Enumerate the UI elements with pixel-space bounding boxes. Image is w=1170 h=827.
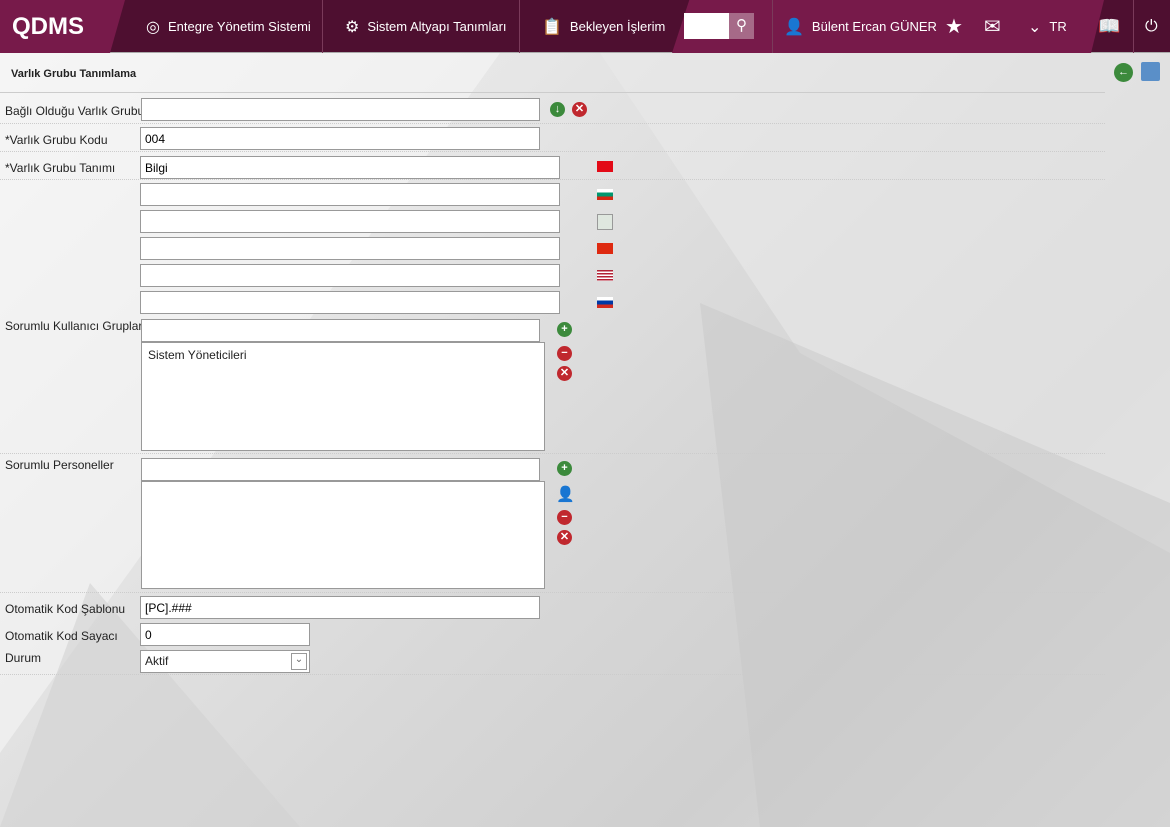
flag-us-icon bbox=[597, 270, 613, 281]
search-input[interactable] bbox=[684, 13, 729, 39]
staff-label: Sorumlu Personeller bbox=[5, 458, 114, 472]
manual-icon[interactable]: 📖 bbox=[1098, 0, 1120, 53]
flag-cn-icon bbox=[597, 243, 613, 254]
staff-list[interactable] bbox=[141, 481, 545, 589]
power-icon[interactable]: ⏻ bbox=[1145, 0, 1158, 53]
chevron-down-icon: ⌄ bbox=[1028, 18, 1042, 36]
nav-sistem-altyapi[interactable]: ⚙ Sistem Altyapı Tanımları bbox=[345, 0, 507, 53]
add-user-icon[interactable]: 👤 bbox=[556, 485, 575, 503]
list-item[interactable]: Sistem Yöneticileri bbox=[148, 348, 538, 362]
definition-input-2[interactable] bbox=[140, 210, 560, 233]
template-input[interactable] bbox=[140, 596, 540, 619]
counter-input[interactable] bbox=[140, 623, 310, 646]
status-label: Durum bbox=[5, 651, 42, 665]
remove-icon[interactable]: − bbox=[557, 346, 572, 361]
gear-icon: ⚙ bbox=[345, 18, 360, 36]
add-icon[interactable]: + bbox=[557, 461, 572, 476]
select-down-icon[interactable]: ↓ bbox=[550, 102, 565, 117]
definition-input-bg[interactable] bbox=[140, 183, 560, 206]
user-menu[interactable]: 👤 Bülent Ercan GÜNER bbox=[784, 0, 937, 53]
broken-image-icon bbox=[597, 214, 613, 230]
counter-label: Otomatik Kod Sayacı bbox=[5, 629, 118, 643]
save-icon[interactable] bbox=[1141, 62, 1160, 81]
logo[interactable]: QDMS bbox=[0, 0, 125, 53]
search-icon[interactable]: ⚲ bbox=[729, 13, 754, 39]
groups-label: Sorumlu Kullanıcı Grupları bbox=[5, 319, 146, 333]
top-navbar: QDMS ◎ Entegre Yönetim Sistemi ⚙ Sistem Al… bbox=[0, 0, 1170, 53]
clear-icon[interactable]: ✕ bbox=[557, 530, 572, 545]
groups-input[interactable] bbox=[141, 319, 540, 342]
code-input[interactable] bbox=[140, 127, 540, 150]
clear-icon[interactable]: ✕ bbox=[572, 102, 587, 117]
staff-input[interactable] bbox=[141, 458, 540, 481]
back-icon[interactable]: ← bbox=[1114, 63, 1133, 82]
star-icon[interactable]: ★ bbox=[945, 0, 963, 53]
remove-icon[interactable]: − bbox=[557, 510, 572, 525]
template-label: Otomatik Kod Şablonu bbox=[5, 602, 126, 616]
user-icon: 👤 bbox=[784, 18, 804, 36]
flag-tr-icon bbox=[597, 161, 613, 172]
definition-label: *Varlık Grubu Tanımı bbox=[5, 161, 116, 175]
clear-icon[interactable]: ✕ bbox=[557, 366, 572, 381]
language-select[interactable]: ⌄ TR bbox=[1028, 0, 1067, 53]
chevron-down-icon[interactable]: ⌄ bbox=[291, 653, 307, 670]
definition-input-ru[interactable] bbox=[140, 291, 560, 314]
definition-input-us[interactable] bbox=[140, 264, 560, 287]
page-title: Varlık Grubu Tanımlama bbox=[11, 68, 137, 80]
definition-input-cn[interactable] bbox=[140, 237, 560, 260]
q-icon: ◎ bbox=[146, 18, 160, 36]
status-select[interactable]: Aktif ⌄ bbox=[140, 650, 310, 673]
code-label: *Varlık Grubu Kodu bbox=[5, 133, 108, 147]
definition-input-tr[interactable] bbox=[140, 156, 560, 179]
nav-entegre[interactable]: ◎ Entegre Yönetim Sistemi bbox=[146, 0, 311, 53]
flag-bg-icon bbox=[597, 189, 613, 200]
nav-bekleyen[interactable]: 📋 Bekleyen İşlerim bbox=[542, 0, 665, 53]
groups-list[interactable]: Sistem Yöneticileri bbox=[141, 342, 545, 451]
clipboard-icon: 📋 bbox=[542, 18, 562, 36]
add-icon[interactable]: + bbox=[557, 322, 572, 337]
parent-label: Bağlı Olduğu Varlık Grubu bbox=[5, 104, 145, 118]
parent-group-input[interactable] bbox=[141, 98, 540, 121]
mail-icon[interactable]: ✉ bbox=[984, 0, 1001, 53]
flag-ru-icon bbox=[597, 297, 613, 308]
